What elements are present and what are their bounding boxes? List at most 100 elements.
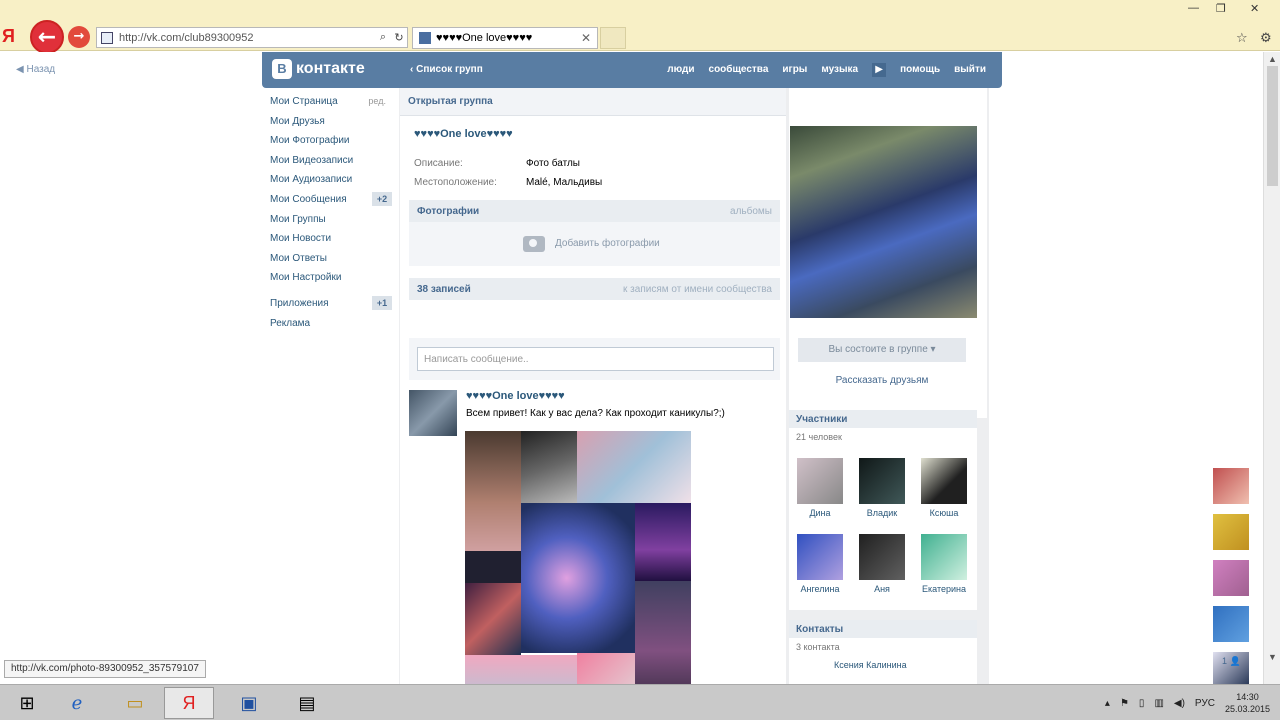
collage-tile[interactable] — [465, 655, 577, 684]
member-avatar[interactable] — [921, 534, 967, 580]
start-windows-icon[interactable]: ⊞ — [2, 687, 52, 719]
collage-tile[interactable] — [465, 431, 521, 551]
computer-icon[interactable]: ▣ — [224, 687, 274, 719]
member-item[interactable]: Ангелина — [796, 534, 844, 594]
member-item[interactable]: Владик — [858, 458, 906, 518]
member-name[interactable]: Аня — [874, 584, 890, 594]
menu-item-friends[interactable]: Мои Друзья — [270, 116, 392, 136]
wall-section-header[interactable]: 38 записей к записям от имени сообщества — [409, 278, 780, 300]
app-icon[interactable]: ▤ — [282, 687, 332, 719]
menu-item-settings[interactable]: Мои Настройки — [270, 272, 392, 292]
edit-link[interactable]: ред. — [368, 96, 386, 106]
wall-filter-link[interactable]: к записям от имени сообщества — [623, 284, 772, 295]
scroll-up-icon[interactable]: ▲ — [1268, 54, 1277, 64]
member-name[interactable]: Дина — [809, 508, 830, 518]
post-author-avatar[interactable] — [409, 390, 457, 436]
member-item[interactable]: Аня — [858, 534, 906, 594]
add-photo-area[interactable]: Добавить фотографии — [409, 222, 780, 266]
member-name[interactable]: Екатерина — [922, 584, 966, 594]
menu-item-videos[interactable]: Мои Видеозаписи — [270, 155, 392, 175]
collage-tile[interactable] — [521, 431, 577, 503]
groups-list-link[interactable]: ‹ Список групп — [410, 64, 483, 75]
nav-people[interactable]: люди — [667, 64, 694, 77]
maximize-button[interactable]: ❐ — [1216, 2, 1226, 15]
collage-tile[interactable] — [577, 653, 635, 684]
address-url[interactable]: http://vk.com/club89300952 — [119, 32, 375, 44]
nav-help[interactable]: помощь — [900, 64, 940, 77]
minimize-button[interactable]: — — [1188, 2, 1199, 14]
post-photo-collage[interactable] — [465, 431, 691, 684]
collage-tile[interactable] — [635, 581, 691, 684]
tray-flag-icon[interactable]: ⚑ — [1120, 698, 1129, 709]
quick-friend-avatar[interactable] — [1213, 606, 1249, 642]
members-header[interactable]: Участники — [789, 410, 977, 428]
nav-logout[interactable]: выйти — [954, 64, 986, 77]
quick-friend-avatar[interactable] — [1213, 468, 1249, 504]
new-tab-button[interactable] — [600, 27, 626, 49]
battery-icon[interactable]: ▯ — [1139, 698, 1145, 709]
members-count[interactable]: 21 человек — [789, 428, 977, 446]
online-count[interactable]: 1 👤 — [1222, 656, 1241, 667]
nav-games[interactable]: игры — [782, 64, 807, 77]
member-avatar[interactable] — [797, 458, 843, 504]
language-indicator[interactable]: РУС — [1195, 698, 1215, 709]
favorites-star-icon[interactable]: ☆ — [1236, 30, 1248, 46]
back-button[interactable]: ← — [30, 20, 64, 54]
member-name[interactable]: Владик — [867, 508, 897, 518]
browser-tab[interactable]: ♥♥♥♥One love♥♥♥♥ ✕ — [412, 27, 598, 49]
yandex-logo-icon[interactable]: Я — [2, 26, 15, 47]
contacts-header[interactable]: Контакты — [789, 620, 977, 638]
menu-item-photos[interactable]: Мои Фотографии — [270, 135, 392, 155]
collage-tile[interactable] — [635, 503, 691, 581]
vertical-scrollbar[interactable]: ▲ ▼ — [1263, 52, 1280, 684]
member-name[interactable]: Ксюша — [930, 508, 959, 518]
menu-item-groups[interactable]: Мои Группы — [270, 214, 392, 234]
tell-friends-link[interactable]: Рассказать друзьям — [798, 375, 966, 386]
member-item[interactable]: Дина — [796, 458, 844, 518]
settings-gear-icon[interactable]: ⚙ — [1260, 30, 1272, 46]
close-window-button[interactable]: ✕ — [1250, 2, 1259, 15]
photos-section-header[interactable]: Фотографии альбомы — [409, 200, 780, 222]
volume-icon[interactable]: ◀) — [1174, 698, 1185, 709]
back-link[interactable]: ◀ Назад — [16, 64, 55, 75]
menu-item-messages[interactable]: Мои Сообщения +2 — [270, 191, 392, 214]
search-icon[interactable]: ⌕ — [375, 31, 391, 44]
albums-link[interactable]: альбомы — [730, 206, 772, 217]
refresh-icon[interactable]: ↻ — [391, 31, 407, 44]
menu-item-my-page[interactable]: Мои Страница ред. — [270, 96, 392, 116]
member-item[interactable]: Екатерина — [920, 534, 968, 594]
vk-logo[interactable]: В контакте — [272, 59, 365, 79]
group-avatar-photo[interactable] — [790, 126, 977, 318]
forward-button[interactable]: → — [68, 26, 90, 48]
file-explorer-icon[interactable]: ▭ — [110, 687, 160, 719]
contact-name[interactable]: Ксения Калинина — [789, 656, 977, 674]
member-avatar[interactable] — [921, 458, 967, 504]
collage-tile[interactable] — [465, 583, 521, 655]
collage-tile[interactable] — [521, 503, 635, 653]
quick-friend-avatar[interactable] — [1213, 514, 1249, 550]
internet-explorer-icon[interactable]: ℯ — [52, 687, 102, 719]
menu-item-answers[interactable]: Мои Ответы — [270, 253, 392, 273]
tray-arrow-icon[interactable]: ▴ — [1105, 698, 1110, 709]
yandex-browser-icon[interactable]: Я — [164, 687, 214, 719]
nav-more-icon[interactable]: ▶ — [872, 63, 887, 77]
collage-tile[interactable] — [465, 551, 521, 583]
location-value[interactable]: Malé, Мальдивы — [526, 177, 602, 188]
post-author-name[interactable]: ♥♥♥♥One love♥♥♥♥ — [466, 390, 565, 402]
membership-button[interactable]: Вы состоите в группе ▾ — [798, 338, 966, 362]
menu-item-ads[interactable]: Реклама — [270, 318, 392, 338]
network-icon[interactable]: ▥ — [1154, 698, 1163, 709]
menu-item-apps[interactable]: Приложения +1 — [270, 295, 392, 318]
clock[interactable]: 14:30 25.03.2015 — [1225, 691, 1270, 715]
member-avatar[interactable] — [859, 458, 905, 504]
scrollbar-thumb[interactable] — [1267, 66, 1278, 186]
member-avatar[interactable] — [859, 534, 905, 580]
member-item[interactable]: Ксюша — [920, 458, 968, 518]
member-avatar[interactable] — [797, 534, 843, 580]
address-bar[interactable]: http://vk.com/club89300952 ⌕ ↻ — [96, 27, 408, 48]
nav-communities[interactable]: сообщества — [709, 64, 769, 77]
menu-item-news[interactable]: Мои Новости — [270, 233, 392, 253]
collage-tile[interactable] — [577, 431, 691, 503]
member-name[interactable]: Ангелина — [800, 584, 839, 594]
scroll-down-icon[interactable]: ▼ — [1268, 652, 1277, 662]
